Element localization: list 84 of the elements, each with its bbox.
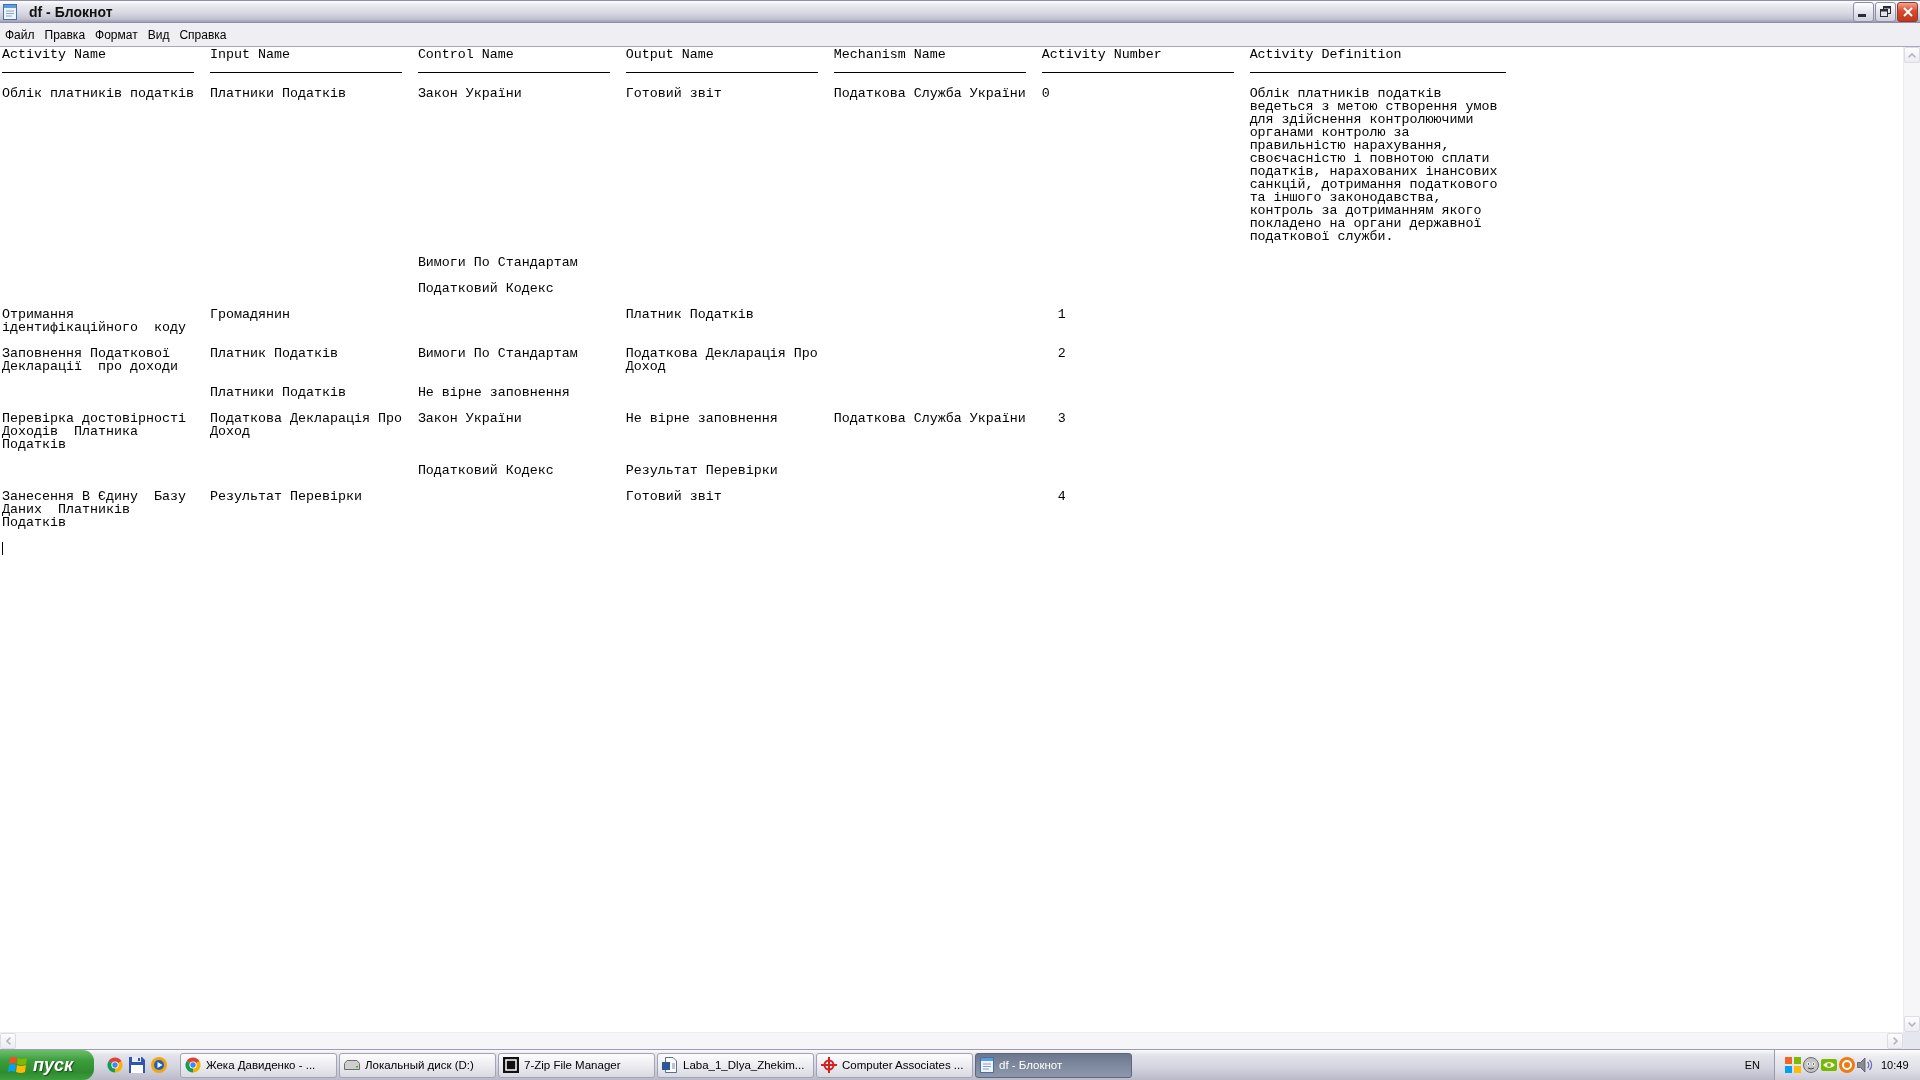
column-heading: Activity Number xyxy=(1041,48,1162,61)
column-heading: Activity Name xyxy=(2,48,106,61)
menu-item[interactable]: Справка xyxy=(174,25,232,44)
taskbar-button[interactable]: 7-Zip File Manager xyxy=(498,1052,655,1078)
output-name-text: Податкова Декларація Про Доход xyxy=(625,347,818,373)
column-heading: Output Name xyxy=(625,48,714,61)
activity-name-text: Занесення В Єдину Базу Даних Платників Податків xyxy=(2,490,187,529)
drive-icon xyxy=(344,1060,360,1070)
column-heading: Activity Definition xyxy=(1249,48,1402,61)
vertical-scrollbar[interactable] xyxy=(1903,47,1920,1032)
menu-item[interactable]: Вид xyxy=(142,25,175,44)
activity-number-text: 0 xyxy=(1041,87,1050,100)
activity-number-text: 1 xyxy=(1057,308,1066,321)
taskbar-button[interactable]: Локальный диск (D:) xyxy=(339,1052,496,1078)
column-heading: Mechanism Name xyxy=(833,48,946,61)
ring-icon[interactable] xyxy=(1839,1057,1855,1073)
close-icon xyxy=(1902,6,1913,17)
text-editor-field[interactable] xyxy=(0,46,1920,1049)
control-name-text: Закон України xyxy=(417,412,522,425)
close-button[interactable] xyxy=(1897,1,1918,22)
scroll-right-button[interactable] xyxy=(1887,1033,1903,1049)
menu-item[interactable]: Правка xyxy=(39,25,91,44)
activity-name-text: Отримання ідентифікаційного коду xyxy=(2,308,187,334)
notepad-icon xyxy=(3,3,17,20)
input-name-text: Платник Податків xyxy=(209,347,338,360)
scroll-up-button[interactable] xyxy=(1904,47,1920,63)
crosshair-icon xyxy=(821,1057,837,1073)
control-name-text: Податковий Кодекс xyxy=(417,282,554,295)
language-indicator[interactable]: EN xyxy=(1744,1059,1760,1071)
window-title: df - Блокнот xyxy=(29,3,113,20)
activity-definition-text: Облік платників податків ведеться з метою створення умов для здійснення контролюючими органами контролю за правильністю нарахування, своєчасністю і повнотою сплати податків, нарахованих інансових санкцій, дотримання податкового та іншого законодавства, контроль за дотриманням якого покладено на органи державної податкової служби. xyxy=(1249,87,1499,243)
scroll-down-button[interactable] xyxy=(1904,1016,1920,1032)
input-name-text: Результат Перевірки xyxy=(209,490,362,503)
minimize-icon xyxy=(1857,14,1866,17)
eye-icon[interactable] xyxy=(1821,1059,1837,1071)
square-tile-icon xyxy=(503,1057,519,1073)
face-icon[interactable] xyxy=(1803,1057,1819,1073)
mechanism-name-text: Податкова Служба України xyxy=(833,87,1026,100)
flag-icon xyxy=(8,1056,27,1074)
output-name-text: Готовий звіт xyxy=(625,87,722,100)
output-name-text: Результат Перевірки xyxy=(625,464,778,477)
activity-name-text: Перевірка достовірності Доходів Платника Податків xyxy=(2,412,187,451)
control-name-text: Податковий Кодекс xyxy=(417,464,554,477)
input-name-text: Громадянин xyxy=(209,308,290,321)
text-cursor-icon xyxy=(2,542,3,555)
control-name-text: Закон України xyxy=(417,87,522,100)
segmented-circle-icon xyxy=(185,1057,201,1073)
taskbar-button[interactable]: Computer Associates ... xyxy=(816,1052,973,1078)
input-name-text: Платники Податків xyxy=(209,386,346,399)
horizontal-scrollbar[interactable] xyxy=(0,1032,1903,1049)
segmented-circle-icon[interactable] xyxy=(107,1057,123,1073)
activity-name-text: Заповнення Податкової Декларації про доходи xyxy=(2,347,179,373)
activity-number-text: 2 xyxy=(1057,347,1066,360)
activity-number-text: 3 xyxy=(1057,412,1066,425)
control-name-text: Не вірне заповнення xyxy=(417,386,570,399)
document-icon xyxy=(662,1057,678,1073)
taskbar-button[interactable]: df - Блокнот xyxy=(975,1052,1132,1078)
minimize-button[interactable] xyxy=(1853,1,1874,22)
control-name-text: Вимоги По Стандартам xyxy=(417,256,578,269)
speaker-icon[interactable] xyxy=(1857,1057,1873,1073)
play-icon[interactable] xyxy=(151,1057,167,1073)
activity-name-text: Облік платників податків xyxy=(2,87,194,100)
notepad-icon xyxy=(980,1057,994,1073)
scrollbar-corner xyxy=(1903,1032,1920,1049)
input-name-text: Податкова Декларація Про Доход xyxy=(209,412,402,438)
output-name-text: Готовий звіт xyxy=(625,490,722,503)
start-button[interactable]: пуск xyxy=(0,1050,94,1080)
restore-button[interactable] xyxy=(1875,1,1896,22)
taskbar-button[interactable]: Laba_1_Dlya_Zhekim... xyxy=(657,1052,814,1078)
mechanism-name-text: Податкова Служба України xyxy=(833,412,1026,425)
scroll-left-button[interactable] xyxy=(0,1033,16,1049)
clock-text: 10:49 xyxy=(1881,1059,1909,1071)
activity-number-text: 4 xyxy=(1057,490,1066,503)
output-name-text: Платник Податків xyxy=(625,308,754,321)
menu-item[interactable]: Формат xyxy=(90,25,143,44)
column-heading: Control Name xyxy=(417,48,514,61)
squares-icon[interactable] xyxy=(1785,1057,1801,1073)
input-name-text: Платники Податків xyxy=(209,87,346,100)
column-heading: Input Name xyxy=(209,48,290,61)
restore-icon xyxy=(1880,6,1891,17)
taskbar-button[interactable]: Жека Давиденко - ... xyxy=(180,1052,337,1078)
output-name-text: Не вірне заповнення xyxy=(625,412,778,425)
control-name-text: Вимоги По Стандартам xyxy=(417,347,578,360)
menu-item[interactable]: Файл xyxy=(0,25,40,44)
